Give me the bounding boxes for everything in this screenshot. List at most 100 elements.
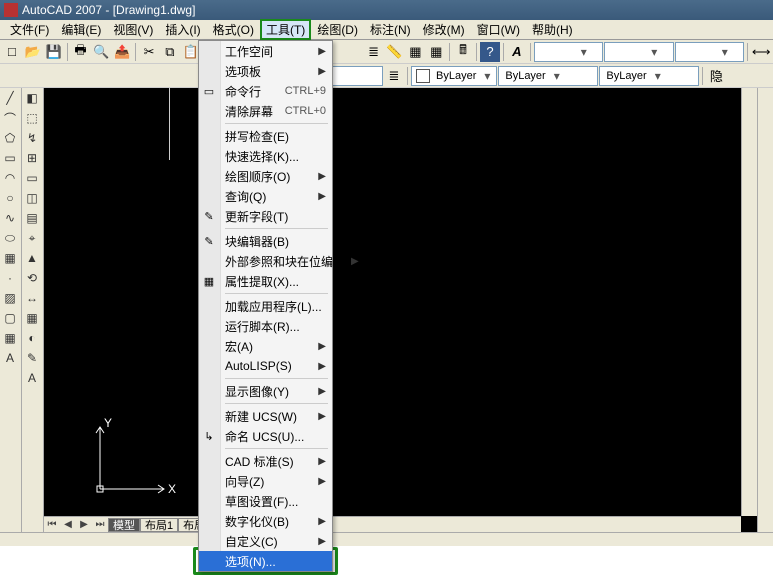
stretch-icon[interactable]: ▲ xyxy=(22,248,42,268)
hatch-icon[interactable]: ▨ xyxy=(0,288,20,308)
vertical-scrollbar[interactable] xyxy=(741,88,757,516)
tab-prev-icon[interactable]: ◀ xyxy=(60,518,76,532)
point-icon[interactable]: · xyxy=(0,268,20,288)
save-icon[interactable]: 💾 xyxy=(44,42,64,62)
chamfer-icon[interactable]: ✎ xyxy=(22,348,42,368)
extend-icon[interactable]: ↔ xyxy=(22,288,42,308)
menu-item[interactable]: 拼写检查(E) xyxy=(199,126,332,146)
menu-item[interactable]: 草图设置(F)... xyxy=(199,491,332,511)
dim-linear-icon[interactable]: ⟷ xyxy=(751,42,771,62)
table-icon[interactable]: ▦ xyxy=(0,328,20,348)
menu-item[interactable]: ✎更新字段(T) xyxy=(199,206,332,226)
menu-item[interactable]: 选项板▶ xyxy=(199,61,332,81)
arc-icon[interactable]: ◠ xyxy=(0,168,20,188)
mirror-icon[interactable]: ↯ xyxy=(22,128,42,148)
menu-item[interactable]: ↳命名 UCS(U)... xyxy=(199,426,332,446)
circle-icon[interactable]: ○ xyxy=(0,188,20,208)
offset-icon[interactable]: ⊞ xyxy=(22,148,42,168)
menu-draw[interactable]: 绘图(D) xyxy=(311,19,364,40)
trim-icon[interactable]: ⟲ xyxy=(22,268,42,288)
menu-item[interactable]: 选项(N)... xyxy=(199,551,332,571)
plot-icon[interactable]: 🖶 xyxy=(71,42,91,62)
lineweight-combo[interactable]: ByLayer▾ xyxy=(599,66,699,86)
menu-item[interactable]: 清除屏幕CTRL+0 xyxy=(199,101,332,121)
tab-model[interactable]: 模型 xyxy=(108,518,140,532)
rotate-icon[interactable]: ▤ xyxy=(22,208,42,228)
plotstyle-icon[interactable]: 隐 xyxy=(706,66,726,86)
rectangle-icon[interactable]: ▭ xyxy=(0,148,20,168)
array-icon[interactable]: ▭ xyxy=(22,168,42,188)
erase-icon[interactable]: ◧ xyxy=(22,88,42,108)
menu-item[interactable]: 外部参照和块在位编辑▶ xyxy=(199,251,332,271)
textstyle-combo[interactable]: ▾ xyxy=(534,42,604,62)
move-icon[interactable]: ◫ xyxy=(22,188,42,208)
open-icon[interactable]: 📂 xyxy=(23,42,43,62)
menu-edit[interactable]: 编辑(E) xyxy=(55,19,107,40)
menu-item[interactable]: 自定义(C)▶ xyxy=(199,531,332,551)
model-space[interactable] xyxy=(44,88,757,532)
menu-item[interactable]: 快速选择(K)... xyxy=(199,146,332,166)
menu-item[interactable]: ✎块编辑器(B) xyxy=(199,231,332,251)
calc-icon[interactable]: 🖩 xyxy=(453,42,473,62)
menu-dimension[interactable]: 标注(N) xyxy=(364,19,417,40)
tab-last-icon[interactable]: ⏭ xyxy=(92,518,108,532)
menu-item[interactable]: 绘图顺序(O)▶ xyxy=(199,166,332,186)
tool-icon[interactable]: ▦ xyxy=(426,42,446,62)
drawing-area[interactable]: X Y ⏮ ◀ ▶ ⏭ 模型 布局1 布局2 xyxy=(44,88,757,532)
ellipse-icon[interactable]: ⬭ xyxy=(0,228,20,248)
copy-obj-icon[interactable]: ⬚ xyxy=(22,108,42,128)
menu-item[interactable]: 显示图像(Y)▶ xyxy=(199,381,332,401)
menu-modify[interactable]: 修改(M) xyxy=(417,19,471,40)
region-icon[interactable]: ▢ xyxy=(0,308,20,328)
menu-file[interactable]: 文件(F) xyxy=(4,19,55,40)
menu-insert[interactable]: 插入(I) xyxy=(159,19,206,40)
block-icon[interactable]: ▦ xyxy=(0,248,20,268)
polygon-icon[interactable]: ⬠ xyxy=(0,128,20,148)
explode-icon[interactable]: A xyxy=(22,368,42,388)
text-icon[interactable]: A xyxy=(0,348,20,368)
ruler-icon[interactable]: 📏 xyxy=(385,42,405,62)
break-icon[interactable]: ▦ xyxy=(22,308,42,328)
menu-window[interactable]: 窗口(W) xyxy=(471,19,526,40)
layer-prev-icon[interactable]: ≣ xyxy=(384,66,404,86)
tablestyle-combo[interactable]: ▾ xyxy=(675,42,745,62)
new-icon[interactable]: □ xyxy=(2,42,22,62)
layers-icon[interactable]: ≣ xyxy=(364,42,384,62)
menu-item[interactable]: 工作空间▶ xyxy=(199,41,332,61)
spline-icon[interactable]: ∿ xyxy=(0,208,20,228)
menu-view[interactable]: 视图(V) xyxy=(107,19,159,40)
submenu-arrow-icon: ▶ xyxy=(351,256,359,267)
tools-menu-popup: 工作空间▶选项板▶▭命令行CTRL+9清除屏幕CTRL+0 拼写检查(E)快速选择… xyxy=(198,40,333,572)
copy-icon[interactable]: ⧉ xyxy=(160,42,180,62)
menu-item[interactable]: 加载应用程序(L)... xyxy=(199,296,332,316)
dimstyle-combo[interactable]: ▾ xyxy=(604,42,674,62)
cut-icon[interactable]: ✂ xyxy=(139,42,159,62)
menu-item[interactable]: 宏(A)▶ xyxy=(199,336,332,356)
menu-item[interactable]: ▦属性提取(X)... xyxy=(199,271,332,291)
textstyle-icon[interactable]: A xyxy=(507,42,527,62)
preview-icon[interactable]: 🔍 xyxy=(91,42,111,62)
color-combo[interactable]: ByLayer▾ xyxy=(411,66,497,86)
menu-tools[interactable]: 工具(T) xyxy=(260,19,311,40)
menu-item[interactable]: 新建 UCS(W)▶ xyxy=(199,406,332,426)
linetype-combo[interactable]: ByLayer▾ xyxy=(498,66,598,86)
scale-icon[interactable]: ⌖ xyxy=(22,228,42,248)
menu-item[interactable]: ▭命令行CTRL+9 xyxy=(199,81,332,101)
menu-item[interactable]: CAD 标准(S)▶ xyxy=(199,451,332,471)
tab-layout1[interactable]: 布局1 xyxy=(140,518,178,532)
publish-icon[interactable]: 📤 xyxy=(112,42,132,62)
menu-item[interactable]: 查询(Q)▶ xyxy=(199,186,332,206)
help-icon[interactable]: ? xyxy=(480,42,500,62)
line-icon[interactable]: ╱ xyxy=(0,88,20,108)
tab-next-icon[interactable]: ▶ xyxy=(76,518,92,532)
menu-item[interactable]: AutoLISP(S)▶ xyxy=(199,356,332,376)
pline-icon[interactable]: ⌒ xyxy=(0,108,20,128)
tool-icon[interactable]: ▦ xyxy=(405,42,425,62)
tab-first-icon[interactable]: ⏮ xyxy=(44,518,60,532)
menu-item[interactable]: 数字化仪(B)▶ xyxy=(199,511,332,531)
menu-item[interactable]: 运行脚本(R)... xyxy=(199,316,332,336)
menu-help[interactable]: 帮助(H) xyxy=(526,19,579,40)
menu-format[interactable]: 格式(O) xyxy=(207,19,260,40)
fillet-icon[interactable]: ◐ xyxy=(22,328,42,348)
menu-item[interactable]: 向导(Z)▶ xyxy=(199,471,332,491)
